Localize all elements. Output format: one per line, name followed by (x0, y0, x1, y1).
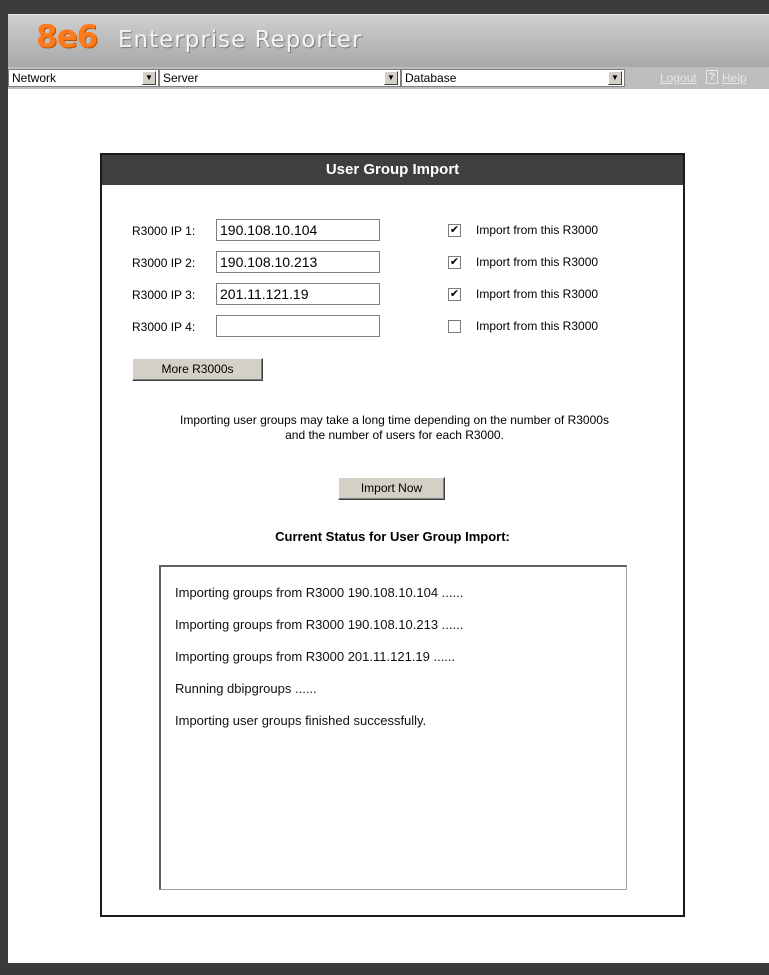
ip-input-2[interactable] (216, 251, 380, 273)
footer-bar (0, 963, 769, 975)
note-line: and the number of users for each R3000. (285, 428, 504, 442)
network-select-value: Network (12, 71, 57, 85)
checkbox-label: Import from this R3000 (476, 319, 599, 333)
chevron-down-icon[interactable]: ▼ (608, 71, 622, 85)
note-line: Importing user groups may take a long ti… (180, 413, 609, 427)
import-note: Importing user groups may take a long ti… (122, 413, 667, 443)
ip-label: R3000 IP 3: (132, 288, 196, 302)
log-line: Importing groups from R3000 201.11.121.1… (175, 649, 456, 664)
r3000-row-3: R3000 IP 3: ✔ Import from this R3000 (132, 283, 672, 307)
import-checkbox-3[interactable]: ✔ (448, 288, 461, 301)
ip-label: R3000 IP 4: (132, 320, 196, 334)
app-window: 8e6 Enterprise Reporter Network ▼ Server… (0, 0, 769, 975)
import-checkbox-4[interactable] (448, 320, 461, 333)
r3000-row-4: R3000 IP 4: Import from this R3000 (132, 315, 672, 339)
help-icon[interactable]: ? (706, 70, 718, 84)
ip-input-1[interactable] (216, 219, 380, 241)
checkbox-label: Import from this R3000 (476, 287, 599, 301)
panel-title: User Group Import (102, 155, 683, 185)
r3000-row-2: R3000 IP 2: ✔ Import from this R3000 (132, 251, 672, 275)
checkbox-label: Import from this R3000 (476, 223, 599, 237)
ip-input-4[interactable] (216, 315, 380, 337)
help-link[interactable]: Help (722, 71, 747, 85)
brand-logo: 8e6 (36, 19, 98, 55)
log-line: Importing groups from R3000 190.108.10.1… (175, 585, 464, 600)
checkbox-label: Import from this R3000 (476, 255, 599, 269)
status-log-box: Importing groups from R3000 190.108.10.1… (159, 565, 627, 890)
app-header: 8e6 Enterprise Reporter (8, 14, 769, 67)
import-now-button[interactable]: Import Now (338, 477, 445, 500)
ip-label: R3000 IP 1: (132, 224, 196, 238)
more-r3000s-button[interactable]: More R3000s (132, 358, 263, 381)
app-title: Enterprise Reporter (118, 27, 363, 53)
server-select[interactable]: Server ▼ (159, 69, 401, 87)
status-heading: Current Status for User Group Import: (275, 529, 510, 544)
import-checkbox-2[interactable]: ✔ (448, 256, 461, 269)
database-select[interactable]: Database ▼ (401, 69, 625, 87)
log-line: Importing groups from R3000 190.108.10.2… (175, 617, 464, 632)
log-line: Running dbipgroups ...... (175, 681, 317, 696)
chevron-down-icon[interactable]: ▼ (384, 71, 398, 85)
log-line: Importing user groups finished successfu… (175, 713, 427, 728)
import-checkbox-1[interactable]: ✔ (448, 224, 461, 237)
chevron-down-icon[interactable]: ▼ (142, 71, 156, 85)
server-select-value: Server (163, 71, 199, 85)
logout-link[interactable]: Logout (660, 71, 697, 85)
main-content: User Group Import R3000 IP 1: ✔ Import f… (8, 89, 769, 963)
network-select[interactable]: Network ▼ (8, 69, 159, 87)
r3000-row-1: R3000 IP 1: ✔ Import from this R3000 (132, 219, 672, 243)
ip-label: R3000 IP 2: (132, 256, 196, 270)
selector-bar: Network ▼ Server ▼ Database ▼ Logout ? H… (8, 67, 769, 89)
user-group-import-panel: User Group Import R3000 IP 1: ✔ Import f… (100, 153, 685, 917)
database-select-value: Database (405, 71, 457, 85)
ip-input-3[interactable] (216, 283, 380, 305)
